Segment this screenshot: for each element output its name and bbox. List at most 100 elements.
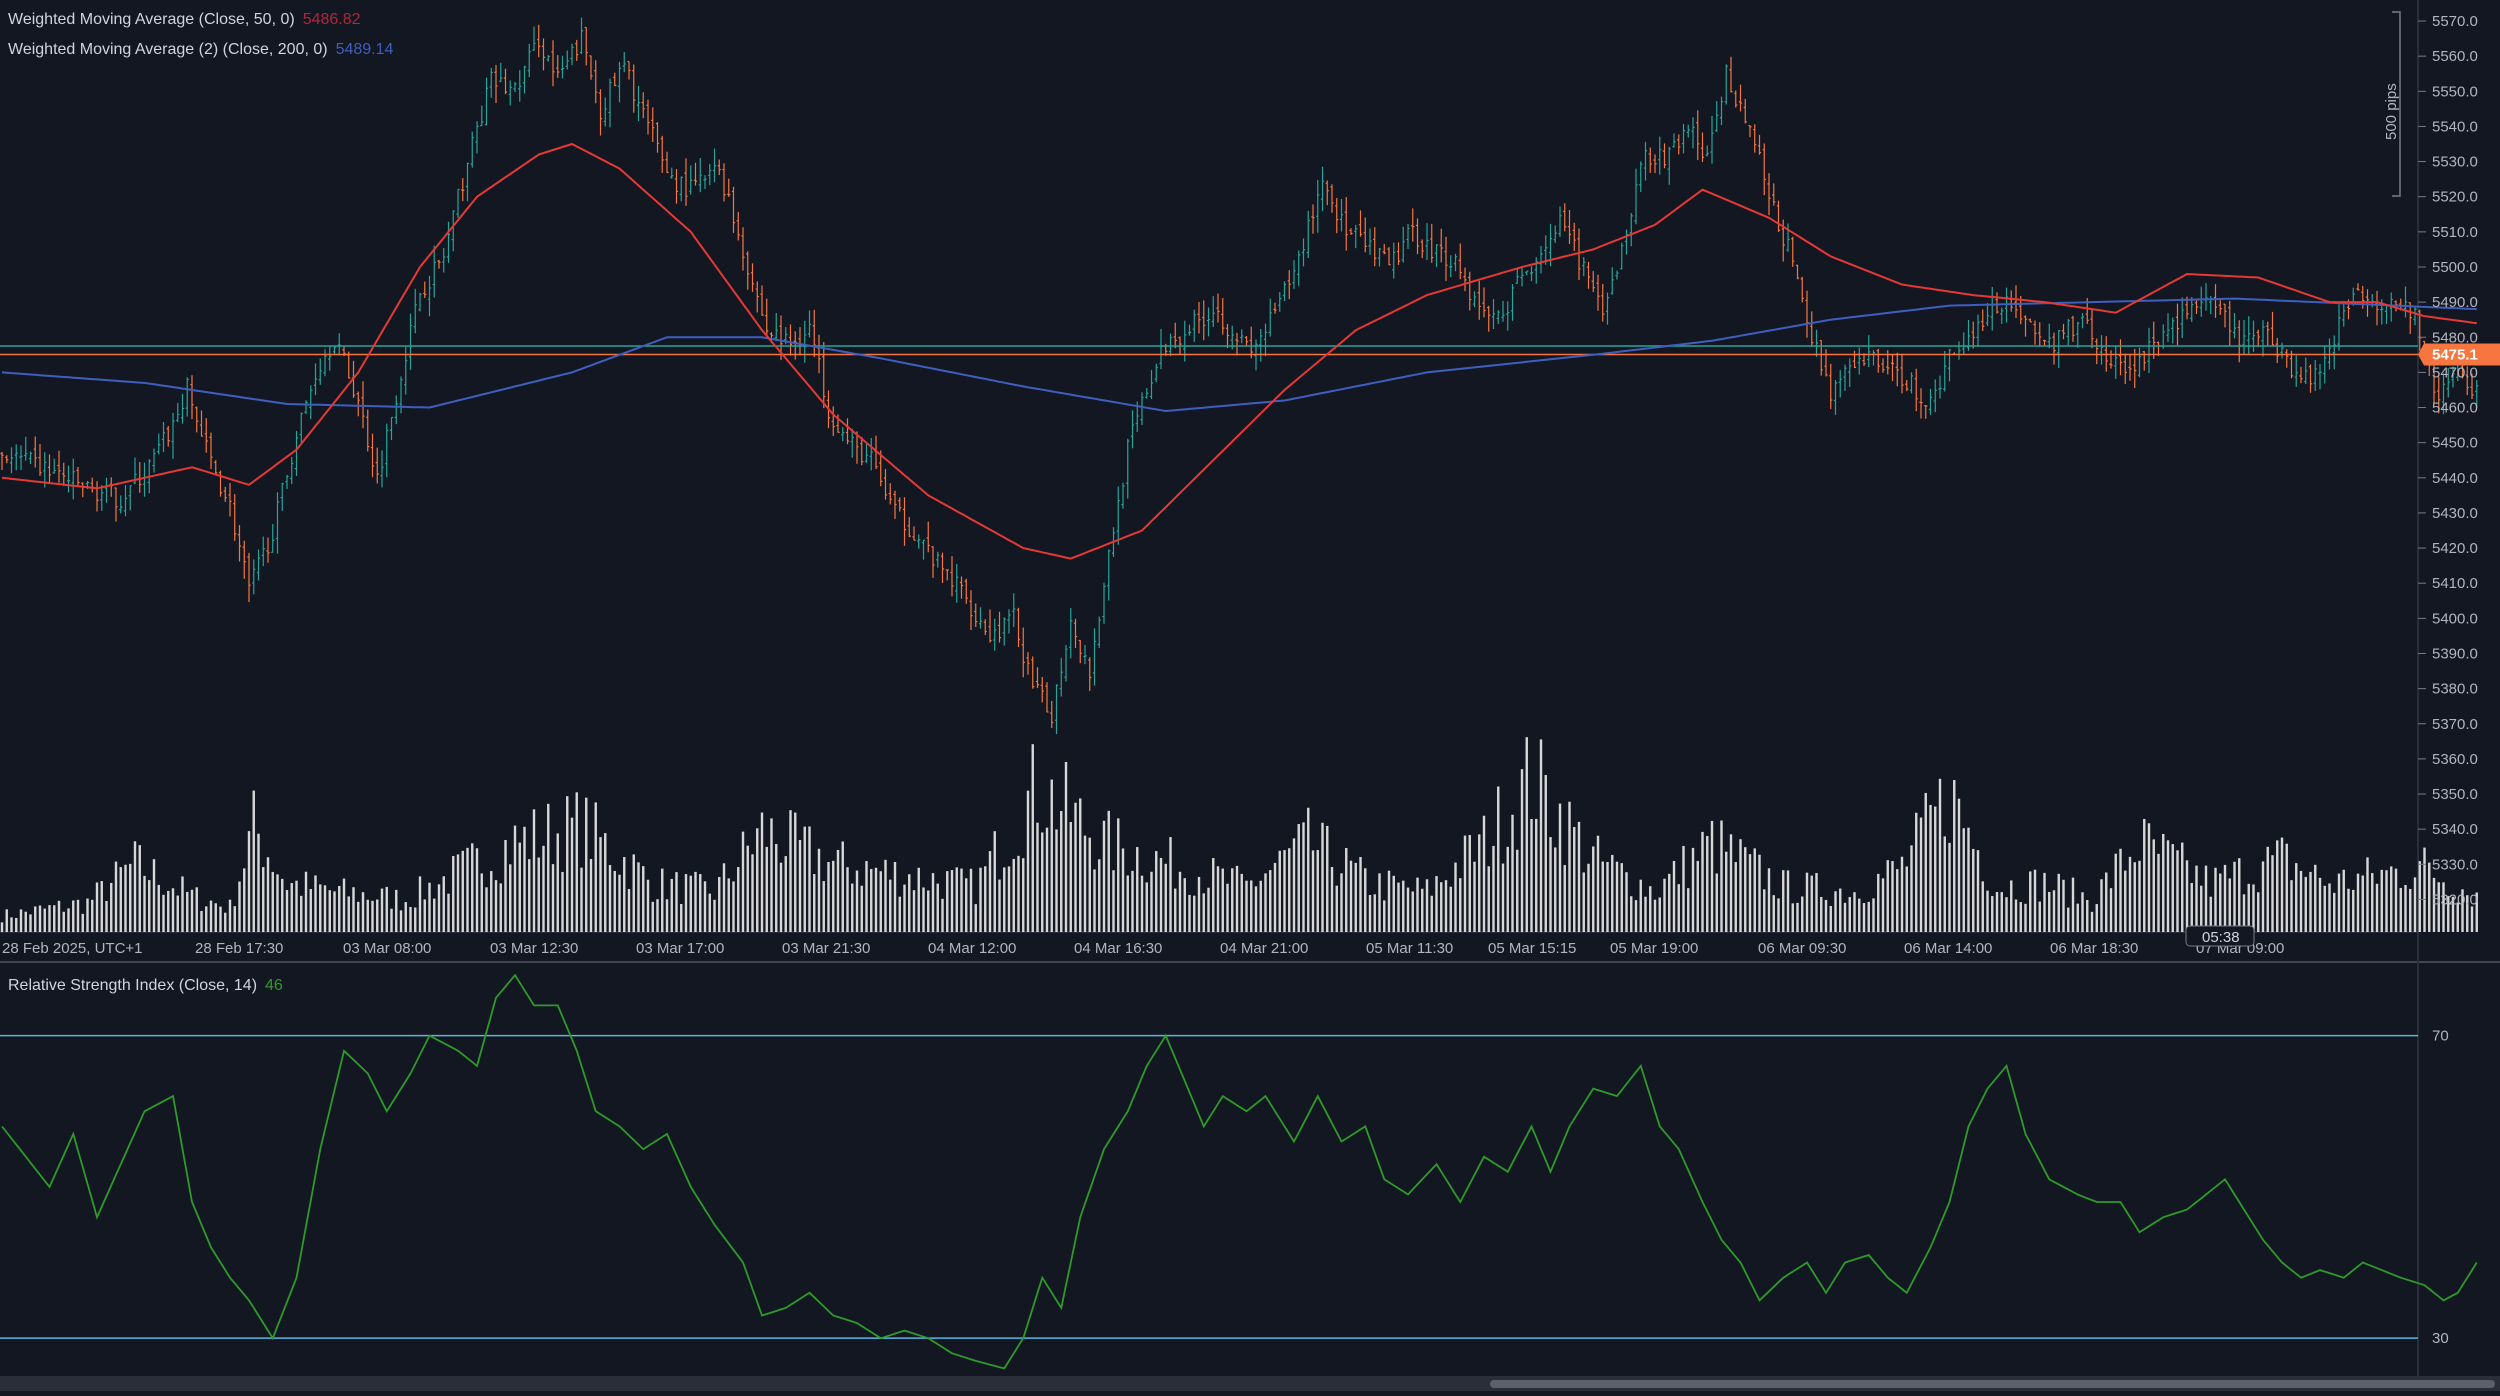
volume-bar: [0, 922, 4, 932]
volume-bar: [24, 911, 27, 932]
volume-bar: [2043, 872, 2046, 932]
volume-bar: [1421, 888, 1424, 932]
volume-bar: [1440, 882, 1443, 932]
volume-bar: [1563, 865, 1566, 932]
volume-bar: [1967, 827, 1970, 932]
trading-chart[interactable]: 5570.0 5560.0 5550.0 5540.0 5530.0 5520.0 5510…: [0, 0, 2500, 1391]
price-tick-label: 5540.0: [2432, 118, 2478, 135]
volume-bar: [1858, 898, 1861, 932]
volume-bar: [2133, 862, 2136, 932]
volume-bar: [281, 878, 284, 932]
volume-bar: [1207, 887, 1210, 932]
volume-bar: [965, 878, 968, 932]
time-axis-label: 04 Mar 12:00: [928, 940, 1016, 957]
volume-bar: [328, 890, 331, 932]
volume-bar: [979, 867, 982, 932]
volume-bar: [1663, 878, 1666, 932]
volume-bar: [556, 833, 559, 932]
volume-bar: [471, 843, 474, 932]
volume-bar: [637, 862, 640, 932]
volume-bar: [893, 862, 897, 932]
volume-bar: [931, 873, 935, 932]
volume-bar: [57, 900, 61, 932]
wma50-legend[interactable]: Weighted Moving Average (Close, 50, 0) 54…: [8, 11, 361, 29]
volume-bar: [1506, 846, 1509, 932]
volume-bar: [1962, 828, 1965, 932]
volume-bar: [1924, 792, 1927, 932]
time-axis-label: 28 Feb 17:30: [195, 940, 283, 957]
volume-bar: [456, 854, 460, 932]
volume-bar: [233, 906, 236, 932]
volume-bar: [1549, 837, 1552, 932]
volume-bar: [1748, 854, 1752, 932]
volume-bar: [1050, 779, 1053, 932]
volume-bar: [1701, 831, 1704, 932]
price-tick-label: 5450.0: [2432, 435, 2478, 452]
volume-bar: [1839, 888, 1842, 932]
volume-bar: [1682, 845, 1685, 932]
volume-bar: [865, 861, 868, 932]
volume-bar: [1231, 868, 1234, 932]
volume-bar: [1392, 875, 1395, 932]
volume-bar: [1829, 905, 1832, 932]
volume-bar: [912, 890, 916, 932]
time-axis-label: 05 Mar 19:00: [1610, 940, 1698, 957]
volume-bar: [1473, 861, 1476, 932]
volume-bar: [1349, 860, 1353, 932]
volume-bar: [243, 868, 246, 932]
volume-bar: [1240, 873, 1243, 932]
volume-bar: [998, 879, 1001, 932]
volume-bar: [2204, 865, 2208, 932]
volume-bar: [2375, 883, 2379, 932]
price-tick-label: 5460.0: [2432, 400, 2478, 417]
volume-bar: [1592, 846, 1595, 932]
volume-bar: [841, 841, 844, 932]
volume-bar: [1373, 894, 1376, 932]
volume-bar: [414, 907, 417, 932]
volume-bar: [133, 841, 137, 932]
scrollbar-thumb[interactable]: [1490, 1380, 2495, 1388]
volume-bar: [917, 867, 920, 932]
volume-bar: [570, 817, 574, 932]
volume-bar: [2157, 853, 2160, 932]
time-axis-label: 03 Mar 08:00: [343, 940, 431, 957]
volume-bar: [2071, 877, 2075, 932]
volume-bar: [2314, 864, 2317, 932]
volume-bar: [1777, 898, 1780, 932]
volume-bar: [205, 906, 208, 932]
volume-bar: [585, 797, 588, 932]
volume-bar: [1307, 807, 1310, 932]
chart-canvas[interactable]: 5570.0 5560.0 5550.0 5540.0 5530.0 5520.0 5510…: [0, 0, 2500, 1391]
volume-bar: [2238, 858, 2241, 932]
volume-bar: [1136, 847, 1139, 932]
volume-bar: [969, 868, 973, 932]
rsi-line: [1, 973, 2478, 1370]
volume-bar: [751, 854, 754, 932]
volume-bar: [95, 882, 99, 932]
volume-bar: [176, 895, 179, 932]
volume-bar: [2176, 850, 2179, 932]
volume-bar: [741, 831, 745, 932]
volume-bar: [884, 859, 887, 932]
volume-bar: [1359, 856, 1362, 932]
volume-bar: [2095, 904, 2098, 932]
volume-bar: [1202, 893, 1205, 932]
volume-bar: [247, 831, 251, 932]
volume-bar: [186, 891, 189, 932]
volume-bar: [190, 889, 194, 932]
volume-bar: [352, 887, 355, 932]
volume-bar: [1045, 827, 1049, 932]
volume-bar: [2190, 882, 2193, 932]
volume-bar: [1535, 818, 1538, 932]
volume-bar: [1126, 875, 1129, 932]
volume-bar: [390, 908, 393, 932]
volume-bar: [2352, 889, 2355, 932]
wma200-legend[interactable]: Weighted Moving Average (2) (Close, 200,…: [8, 41, 393, 59]
rsi-legend[interactable]: Relative Strength Index (Close, 14) 46: [8, 977, 283, 995]
volume-bar: [475, 848, 479, 932]
volume-bar: [1264, 873, 1267, 932]
volume-bar: [1411, 891, 1414, 932]
volume-bar: [1587, 863, 1590, 932]
volume-bar: [38, 905, 42, 932]
volume-bar: [1991, 896, 1994, 932]
